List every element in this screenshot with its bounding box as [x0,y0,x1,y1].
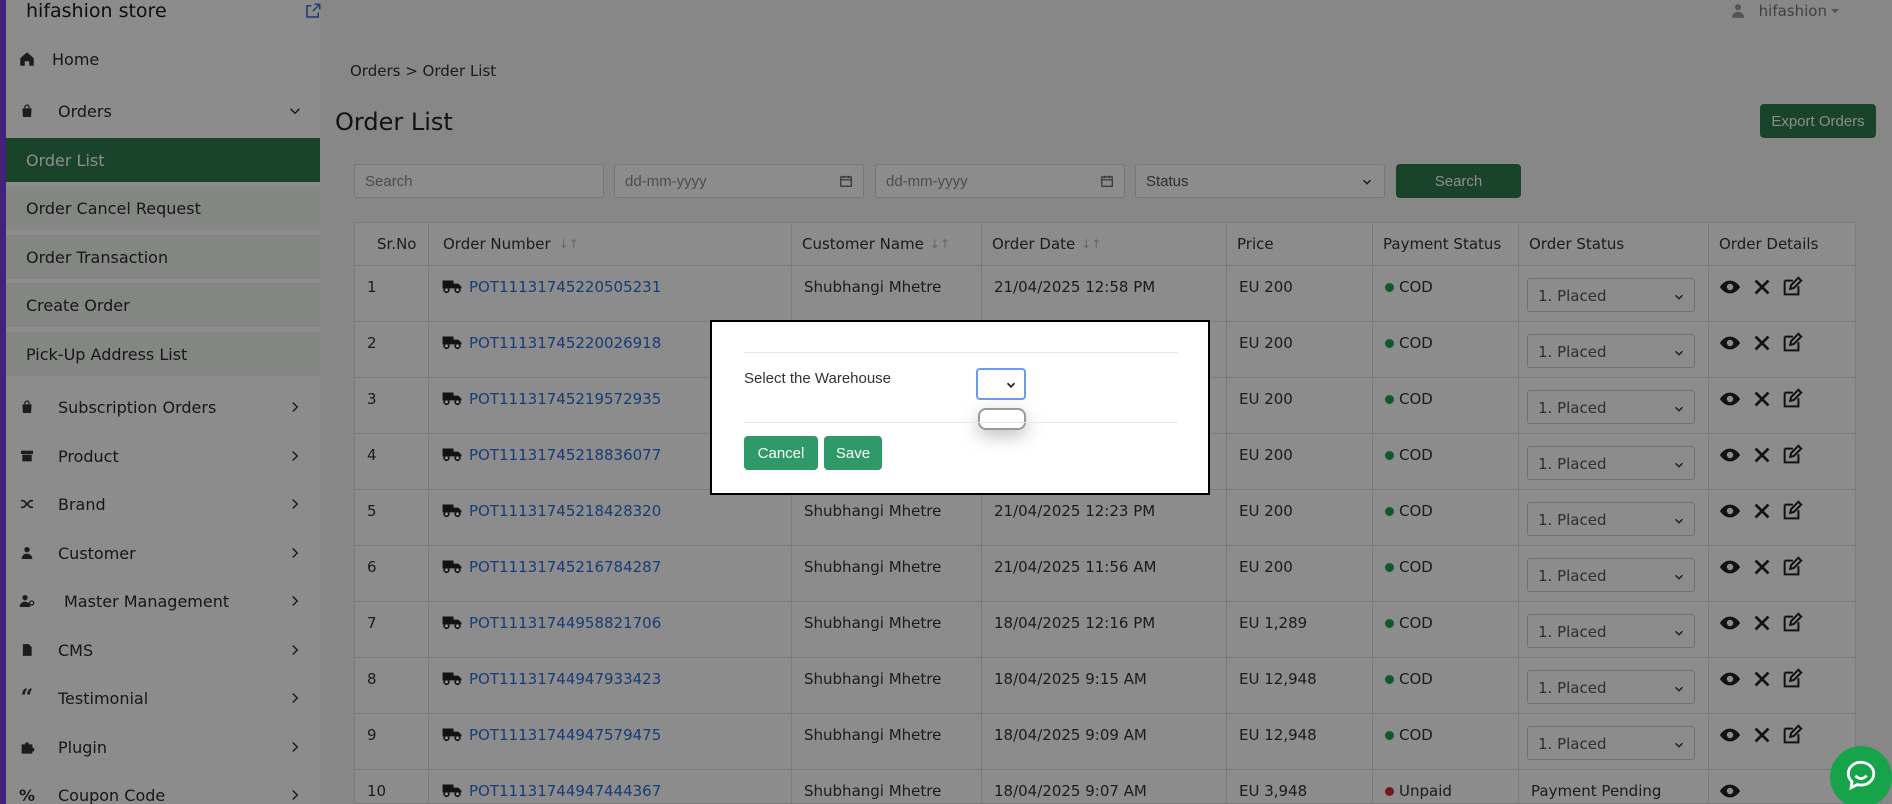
warehouse-select[interactable] [976,368,1026,400]
chevron-down-icon [1006,382,1016,388]
cancel-button[interactable]: Cancel [744,436,818,470]
divider [744,422,1178,423]
warehouse-label: Select the Warehouse [744,370,892,387]
chat-widget-button[interactable] [1830,746,1892,804]
save-button[interactable]: Save [824,436,882,470]
chat-icon [1846,760,1876,791]
divider [744,352,1178,353]
warehouse-option[interactable] [978,408,1026,430]
warehouse-modal: Select the Warehouse Cancel Save [710,320,1210,495]
